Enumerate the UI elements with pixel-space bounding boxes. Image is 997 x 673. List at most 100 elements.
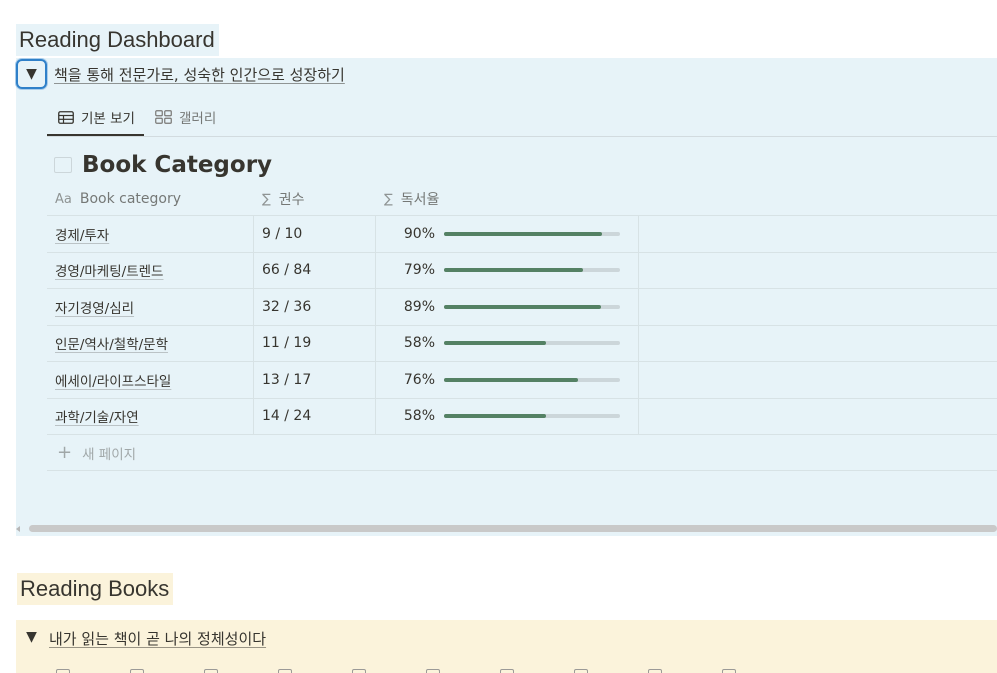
tab-gallery[interactable]: 갤러리 bbox=[144, 98, 225, 136]
rate-percent: 79% bbox=[403, 262, 435, 279]
table-row[interactable]: 과학/기술/자연 14 / 24 58% bbox=[47, 398, 997, 435]
view-icon[interactable] bbox=[130, 669, 144, 673]
column-header-count[interactable]: ∑ 권수 bbox=[254, 183, 376, 215]
progress-bar-fill bbox=[444, 377, 578, 382]
category-table: Aa Book category ∑ 권수 ∑ 독서율 경제/투자 9 / 10… bbox=[47, 183, 997, 471]
books-view-tabs-partial bbox=[56, 669, 736, 673]
books-heading: Reading Books bbox=[17, 573, 174, 605]
category-cell[interactable]: 자기경영/심리 bbox=[47, 289, 254, 325]
column-header-category[interactable]: Aa Book category bbox=[47, 183, 254, 215]
table-row[interactable]: 경영/마케팅/트렌드 66 / 84 79% bbox=[47, 252, 997, 289]
plus-icon: + bbox=[57, 442, 73, 463]
rate-cell[interactable]: 89% bbox=[376, 289, 639, 325]
database-title-text[interactable]: Book Category bbox=[82, 152, 272, 178]
table-row[interactable]: 경제/투자 9 / 10 90% bbox=[47, 216, 997, 253]
progress-bar-fill bbox=[444, 304, 601, 309]
category-cell[interactable]: 경제/투자 bbox=[47, 216, 254, 252]
empty-cell bbox=[639, 253, 997, 289]
books-toggle-block: ▼ 내가 읽는 책이 곧 나의 정체성이다 bbox=[16, 620, 997, 673]
tab-basic-view[interactable]: 기본 보기 bbox=[47, 98, 144, 136]
view-icon[interactable] bbox=[500, 669, 514, 673]
dashboard-toggle-block: ▼ 책을 통해 전문가로, 성숙한 인간으로 성장하기 기본 보기 갤러리 Bo bbox=[16, 58, 997, 536]
count-cell[interactable]: 32 / 36 bbox=[254, 289, 376, 325]
view-tabs: 기본 보기 갤러리 bbox=[47, 98, 225, 136]
empty-cell bbox=[639, 289, 997, 325]
progress-bar bbox=[444, 341, 620, 346]
category-cell[interactable]: 과학/기술/자연 bbox=[47, 398, 254, 434]
tab-gallery-label: 갤러리 bbox=[178, 111, 217, 127]
count-value: 14 / 24 bbox=[262, 408, 312, 425]
view-icon[interactable] bbox=[722, 669, 736, 673]
category-name[interactable]: 경제/투자 bbox=[55, 224, 109, 244]
table-row[interactable]: 인문/역사/철학/문학 11 / 19 58% bbox=[47, 325, 997, 362]
tab-basic-view-label: 기본 보기 bbox=[81, 111, 135, 127]
count-cell[interactable]: 13 / 17 bbox=[254, 362, 376, 398]
count-cell[interactable]: 14 / 24 bbox=[254, 398, 376, 434]
count-cell[interactable]: 9 / 10 bbox=[254, 216, 376, 252]
books-toggle-title[interactable]: 내가 읽는 책이 곧 나의 정체성이다 bbox=[49, 628, 266, 649]
rate-cell[interactable]: 76% bbox=[376, 362, 639, 398]
category-cell[interactable]: 경영/마케팅/트렌드 bbox=[47, 252, 254, 288]
rate-cell[interactable]: 58% bbox=[376, 325, 639, 361]
toggle-arrow-button[interactable]: ▼ bbox=[16, 59, 47, 89]
rate-percent: 76% bbox=[403, 371, 435, 388]
empty-cell bbox=[639, 399, 997, 435]
dashboard-heading: Reading Dashboard bbox=[16, 24, 219, 56]
new-page-button[interactable]: + 새 페이지 bbox=[47, 435, 997, 471]
count-cell[interactable]: 11 / 19 bbox=[254, 325, 376, 361]
view-icon[interactable] bbox=[56, 669, 70, 673]
progress-bar bbox=[444, 268, 620, 273]
progress-bar-fill bbox=[444, 414, 547, 419]
dashboard-toggle-title[interactable]: 책을 통해 전문가로, 성숙한 인간으로 성장하기 bbox=[54, 64, 345, 85]
category-name[interactable]: 과학/기술/자연 bbox=[55, 406, 139, 426]
count-value: 13 / 17 bbox=[262, 371, 312, 388]
view-icon[interactable] bbox=[574, 669, 588, 673]
category-name[interactable]: 경영/마케팅/트렌드 bbox=[55, 260, 163, 280]
gallery-icon bbox=[155, 110, 172, 124]
table-row[interactable]: 자기경영/심리 32 / 36 89% bbox=[47, 289, 997, 326]
category-cell[interactable]: 에세이/라이프스타일 bbox=[47, 362, 254, 398]
triangle-down-icon: ▼ bbox=[26, 629, 37, 645]
progress-bar-fill bbox=[444, 231, 603, 236]
category-name[interactable]: 자기경영/심리 bbox=[55, 297, 134, 317]
sigma-icon: ∑ bbox=[262, 191, 271, 207]
rate-percent: 90% bbox=[403, 225, 435, 242]
view-icon[interactable] bbox=[426, 669, 440, 673]
horizontal-scrollbar[interactable] bbox=[16, 522, 997, 536]
view-icon[interactable] bbox=[278, 669, 292, 673]
rate-cell[interactable]: 58% bbox=[376, 398, 639, 434]
count-cell[interactable]: 66 / 84 bbox=[254, 252, 376, 288]
column-label: 독서율 bbox=[400, 192, 440, 208]
column-header-empty bbox=[639, 183, 997, 215]
sigma-icon: ∑ bbox=[384, 191, 393, 207]
category-name[interactable]: 인문/역사/철학/문학 bbox=[55, 333, 168, 353]
empty-cell bbox=[639, 362, 997, 398]
new-page-label: 새 페이지 bbox=[82, 446, 137, 463]
rate-cell[interactable]: 79% bbox=[376, 252, 639, 288]
scroll-left-arrow-icon[interactable] bbox=[16, 526, 20, 532]
column-label: Book category bbox=[79, 191, 182, 207]
column-header-rate[interactable]: ∑ 독서율 bbox=[376, 183, 639, 215]
rate-percent: 58% bbox=[403, 408, 435, 425]
count-value: 9 / 10 bbox=[262, 225, 303, 242]
empty-cell bbox=[639, 216, 997, 252]
progress-bar-fill bbox=[444, 268, 584, 273]
view-icon[interactable] bbox=[352, 669, 366, 673]
scrollbar-thumb[interactable] bbox=[29, 525, 997, 532]
triangle-down-icon: ▼ bbox=[26, 66, 37, 82]
tab-divider bbox=[47, 136, 997, 137]
rate-percent: 89% bbox=[403, 298, 435, 315]
text-property-icon: Aa bbox=[55, 191, 72, 207]
database-title: Book Category bbox=[54, 152, 272, 178]
table-row[interactable]: 에세이/라이프스타일 13 / 17 76% bbox=[47, 362, 997, 399]
empty-cell bbox=[639, 326, 997, 362]
view-icon[interactable] bbox=[204, 669, 218, 673]
category-cell[interactable]: 인문/역사/철학/문학 bbox=[47, 325, 254, 361]
toggle-arrow-button[interactable]: ▼ bbox=[16, 622, 47, 652]
database-icon bbox=[54, 157, 72, 173]
rate-cell[interactable]: 90% bbox=[376, 216, 639, 252]
category-name[interactable]: 에세이/라이프스타일 bbox=[55, 370, 171, 390]
view-icon[interactable] bbox=[648, 669, 662, 673]
progress-bar bbox=[444, 377, 620, 382]
table-icon bbox=[58, 110, 74, 124]
